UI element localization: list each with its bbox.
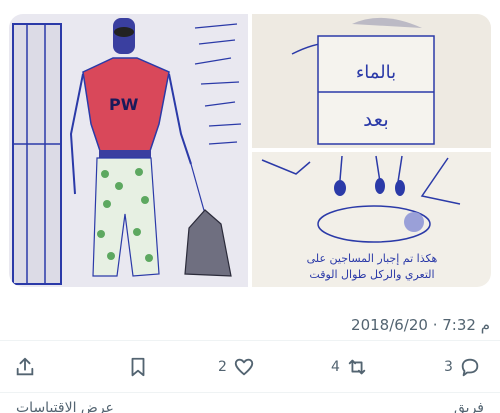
bookmark-icon [131, 357, 145, 377]
image-2-line1: بالماء [356, 62, 396, 83]
svg-text:PW: PW [109, 95, 139, 114]
prisoner-beneath-guards-drawing: هكذا تم إجبار المساجين على التعري والركل… [252, 152, 491, 287]
reply-button[interactable]: 3 [444, 350, 481, 384]
bottom-bar: فريق عرض الاقتباسات [0, 398, 500, 413]
like-button[interactable]: 2 [218, 350, 255, 384]
reply-icon [461, 358, 479, 377]
share-button[interactable] [14, 350, 36, 384]
tweet-action-bar: 2 4 3 [0, 350, 500, 384]
image-prison-guard[interactable]: PW [9, 14, 248, 287]
tweet-timestamp[interactable]: 2018/6/20 · 7:32 م [351, 316, 490, 334]
heart-icon [234, 358, 254, 376]
bookmark-button[interactable] [127, 350, 149, 384]
image-3-line2: التعري والركل طوال الوقت [309, 268, 434, 281]
image-3-line1: هكذا تم إجبار المساجين على [307, 252, 438, 265]
like-count: 2 [218, 359, 227, 375]
retweet-icon [348, 359, 366, 375]
prison-guard-drawing: PW [9, 14, 248, 287]
retweet-count: 4 [331, 359, 340, 375]
bottom-right-text[interactable]: فريق [454, 400, 484, 413]
image-prisoner-beneath-guards[interactable]: هكذا تم إجبار المساجين على التعري والركل… [252, 152, 491, 287]
image-water-containers[interactable]: بالماء بعد [252, 14, 491, 148]
reply-count: 3 [444, 359, 453, 375]
view-quotes-link[interactable]: عرض الاقتباسات [16, 400, 114, 413]
image-2-line2: بعد [363, 107, 389, 131]
retweet-button[interactable]: 4 [331, 350, 368, 384]
divider-bottom [0, 392, 500, 393]
water-containers-drawing: بالماء بعد [252, 14, 491, 148]
tweet-media-grid: PW بالماء بعد هكذا تم إجبار المساجين على… [9, 14, 491, 287]
share-icon [16, 357, 34, 376]
divider-top [0, 340, 500, 341]
